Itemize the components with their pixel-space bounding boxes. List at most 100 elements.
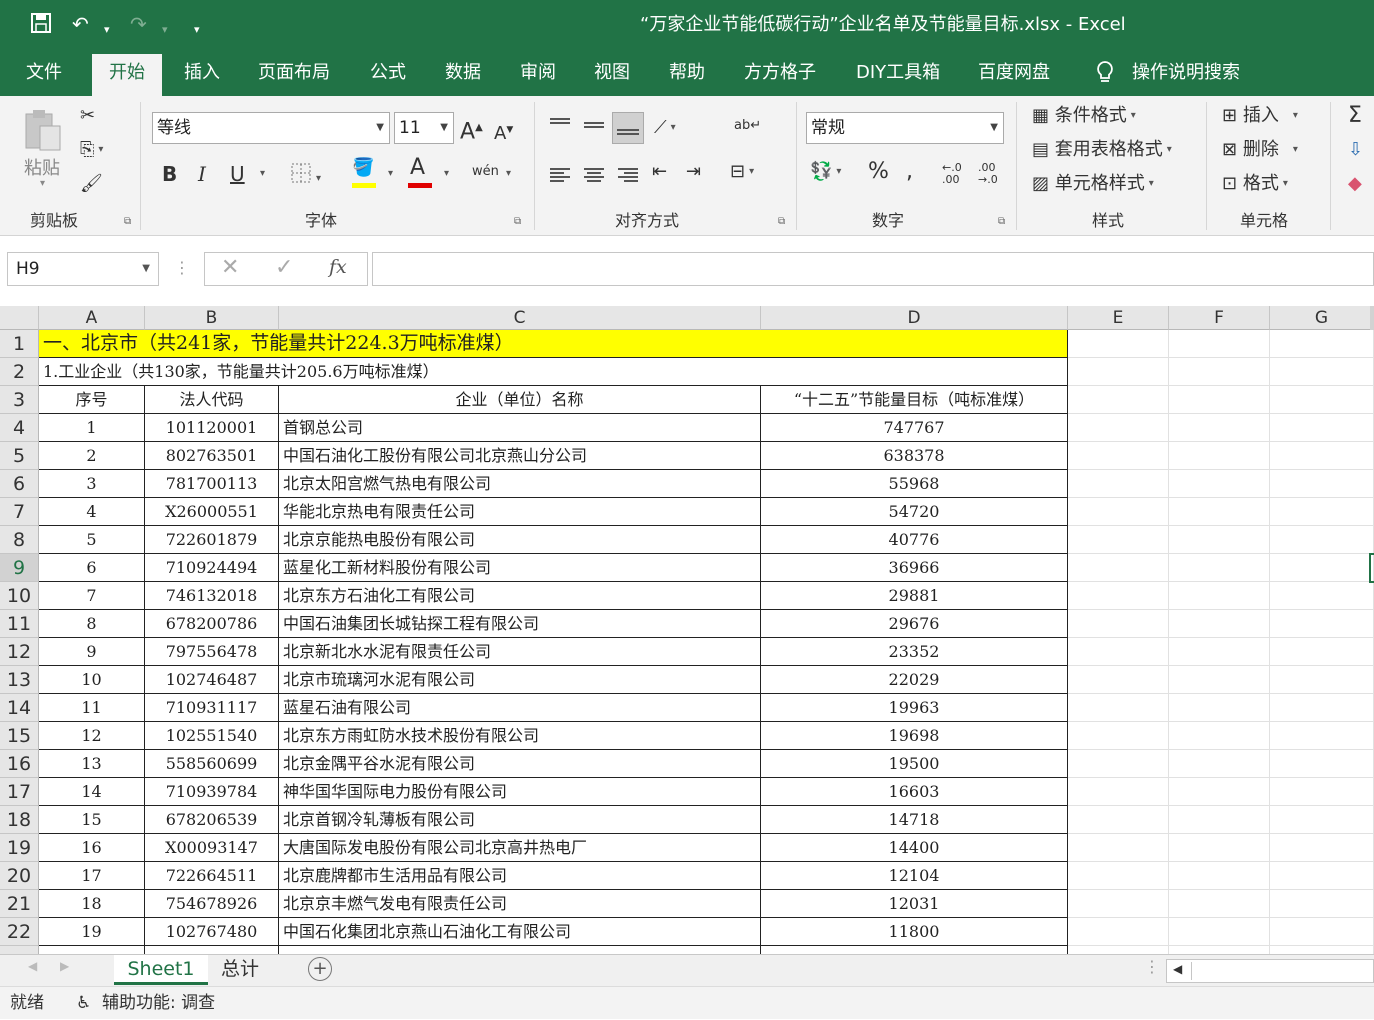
tab-baidu-netdisk[interactable]: 百度网盘 [978,50,1050,96]
grid-cell[interactable] [1169,554,1270,582]
grid-cell[interactable] [1068,526,1169,554]
row-header[interactable]: 8 [0,526,39,554]
target-cell[interactable]: 55968 [761,470,1068,498]
clipboard-launcher-icon[interactable]: ⧉ [124,216,131,227]
save-icon[interactable] [30,12,52,39]
insert-cells-button[interactable]: ⊞ 插入 ▾ [1222,104,1298,128]
grid-cell[interactable] [1169,610,1270,638]
code-cell[interactable]: 102551540 [145,722,279,750]
seq-cell[interactable]: 5 [39,526,145,554]
tab-fangfang[interactable]: 方方格子 [744,50,816,96]
grid-cell[interactable] [1068,722,1169,750]
paste-button[interactable]: 粘贴 ▾ [20,106,70,196]
seq-cell[interactable]: 15 [39,806,145,834]
scroll-left-icon[interactable]: ◀ [28,959,37,973]
name-box[interactable]: H9 ▼ [7,252,159,286]
tab-formulas[interactable]: 公式 [370,50,406,96]
scroll-thumb[interactable] [1191,962,1371,980]
tab-help[interactable]: 帮助 [669,50,705,96]
font-name-dropdown[interactable]: 等线 ▼ [152,112,390,144]
sheet-tab-sheet1[interactable]: Sheet1 [114,955,208,985]
company-name-cell[interactable]: 蓝星化工新材料股份有限公司 [279,554,761,582]
grid-cell[interactable] [1270,666,1374,694]
company-name-cell[interactable]: 北京东方石油化工有限公司 [279,582,761,610]
grid-cell[interactable] [1270,582,1374,610]
row-header[interactable]: 1 [0,330,39,358]
grid-cell[interactable] [1169,722,1270,750]
seq-cell[interactable]: 2 [39,442,145,470]
target-cell[interactable]: 747767 [761,414,1068,442]
code-cell[interactable]: 710924494 [145,554,279,582]
sheet-tab-total[interactable]: 总计 [210,955,270,985]
code-cell[interactable]: 710939784 [145,778,279,806]
decrease-decimal-icon[interactable]: .00 →.0 [978,162,998,186]
grid-cell[interactable] [1270,918,1374,946]
grid-cell[interactable] [1169,694,1270,722]
tab-insert[interactable]: 插入 [184,50,220,96]
target-cell[interactable]: 22029 [761,666,1068,694]
select-all-corner[interactable] [0,306,39,330]
percent-icon[interactable]: % [868,160,889,184]
company-name-cell[interactable]: 北京首钢冷轧薄板有限公司 [279,806,761,834]
code-cell[interactable]: 722601879 [145,526,279,554]
header-target-cell[interactable]: “十二五”节能量目标（吨标准煤） [761,386,1068,414]
grid-cell[interactable] [1068,470,1169,498]
row-header[interactable] [0,946,39,954]
bold-button[interactable]: B [162,162,177,186]
font-launcher-icon[interactable]: ⧉ [514,216,521,227]
code-cell[interactable]: 102746487 [145,666,279,694]
format-painter-icon[interactable]: 🖌 [80,172,103,196]
grid-cell[interactable] [1270,414,1374,442]
grid-cell[interactable] [1068,386,1169,414]
code-cell[interactable]: 754678926 [145,890,279,918]
decrease-indent-icon[interactable]: ⇤ [652,160,667,184]
phonetic-dropdown-icon[interactable]: ▾ [502,162,511,186]
row-header[interactable]: 13 [0,666,39,694]
row-header[interactable]: 22 [0,918,39,946]
alignment-launcher-icon[interactable]: ⧉ [778,216,785,227]
column-header-b[interactable]: B [145,306,279,330]
grid-cell[interactable] [1169,638,1270,666]
row-header[interactable]: 2 [0,358,39,386]
fill-down-icon[interactable]: ⇩ [1348,138,1363,162]
merge-center-icon[interactable]: ⊟ ▾ [730,160,754,184]
accessibility-status[interactable]: 辅助功能: 调查 [102,987,215,1020]
grid-cell[interactable] [1068,834,1169,862]
grid-cell[interactable] [1270,750,1374,778]
seq-cell[interactable]: 19 [39,918,145,946]
row-header[interactable]: 15 [0,722,39,750]
grid-cell[interactable] [1068,498,1169,526]
row-header[interactable]: 7 [0,498,39,526]
row-header[interactable]: 6 [0,470,39,498]
number-format-dropdown[interactable]: 常规 ▼ [806,112,1004,144]
grid-cell[interactable] [1270,946,1374,954]
grid-cell[interactable] [1270,778,1374,806]
cancel-icon[interactable]: ✕ [221,255,239,280]
grid-cell[interactable] [1270,554,1374,582]
grid-cell[interactable] [1169,470,1270,498]
target-cell[interactable]: 14400 [761,834,1068,862]
redo-icon[interactable]: ↷ [130,12,147,36]
grid-cell[interactable] [1169,498,1270,526]
borders-icon[interactable]: ▾ [290,162,321,191]
row-header[interactable]: 16 [0,750,39,778]
company-name-cell[interactable]: 神华国华国际电力股份有限公司 [279,778,761,806]
increase-decimal-icon[interactable]: ←.0.00 [942,162,962,186]
company-name-cell[interactable]: 大唐国际发电股份有限公司北京高井热电厂 [279,834,761,862]
target-cell[interactable]: 12104 [761,862,1068,890]
tab-review[interactable]: 审阅 [520,50,556,96]
grid-cell[interactable] [1068,442,1169,470]
number-launcher-icon[interactable]: ⧉ [998,216,1005,227]
tell-me-search[interactable]: 操作说明搜索 [1132,50,1240,96]
target-cell[interactable]: 29881 [761,582,1068,610]
header-company-name-cell[interactable]: 企业（单位）名称 [279,386,761,414]
tab-page-layout[interactable]: 页面布局 [258,50,330,96]
row-header[interactable]: 19 [0,834,39,862]
row-header[interactable]: 21 [0,890,39,918]
code-cell[interactable]: 797556478 [145,638,279,666]
grid-cell[interactable] [1270,806,1374,834]
row-header[interactable]: 11 [0,610,39,638]
code-cell[interactable]: 746132018 [145,582,279,610]
undo-dropdown-icon[interactable]: ▾ [104,18,110,42]
grid-cell[interactable] [1068,582,1169,610]
